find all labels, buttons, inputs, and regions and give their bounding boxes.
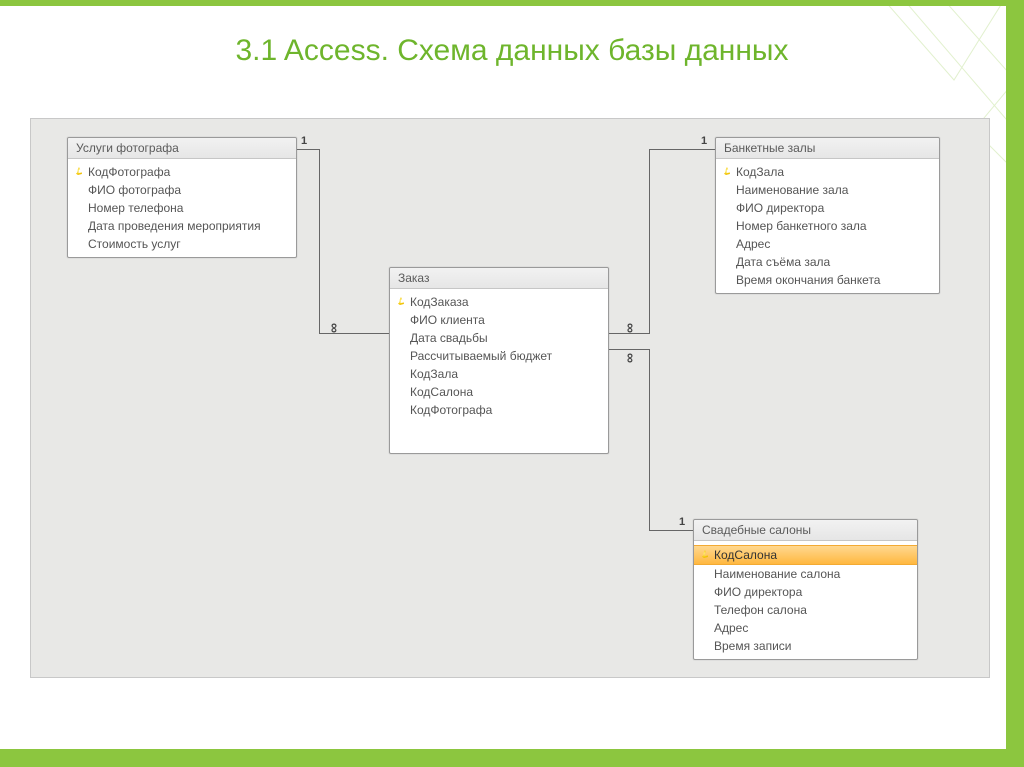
field-pk[interactable]: КодЗаказа — [390, 293, 608, 311]
field[interactable]: Номер телефона — [68, 199, 296, 217]
rel-line — [649, 530, 693, 531]
field[interactable]: Дата проведения мероприятия — [68, 217, 296, 235]
field[interactable]: ФИО клиента — [390, 311, 608, 329]
rel-line — [319, 333, 389, 334]
field-pk[interactable]: КодЗала — [716, 163, 939, 181]
table-banquet-halls[interactable]: Банкетные залы КодЗалаНаименование залаФ… — [715, 137, 940, 294]
page-title: 3.1 Access. Схема данных базы данных — [0, 34, 1024, 68]
rel-line — [319, 149, 320, 333]
rel-line — [609, 349, 649, 350]
table-title: Свадебные салоны — [694, 520, 917, 541]
field[interactable]: КодФотографа — [390, 401, 608, 419]
table-title: Услуги фотографа — [68, 138, 296, 159]
field[interactable]: Адрес — [716, 235, 939, 253]
field[interactable]: Рассчитываемый бюджет — [390, 347, 608, 365]
rel-cardinality-many: ∞ — [621, 323, 637, 333]
rel-line — [649, 149, 650, 334]
field[interactable]: Телефон салона — [694, 601, 917, 619]
table-wedding-salons[interactable]: Свадебные салоны КодСалонаНаименование с… — [693, 519, 918, 660]
field-list: КодЗалаНаименование залаФИО директораНом… — [716, 159, 939, 293]
field[interactable]: Время окончания банкета — [716, 271, 939, 289]
rel-cardinality-one: 1 — [701, 135, 707, 147]
rel-line — [649, 149, 715, 150]
rel-cardinality-many: ∞ — [325, 323, 341, 333]
field[interactable]: ФИО директора — [694, 583, 917, 601]
field[interactable]: Стоимость услуг — [68, 235, 296, 253]
table-order[interactable]: Заказ КодЗаказаФИО клиентаДата свадьбыРа… — [389, 267, 609, 454]
field-pk[interactable]: КодСалона — [694, 545, 917, 565]
rel-line — [609, 333, 649, 334]
field-list: КодЗаказаФИО клиентаДата свадьбыРассчиты… — [390, 289, 608, 423]
rel-cardinality-many: ∞ — [621, 353, 637, 363]
field[interactable]: КодЗала — [390, 365, 608, 383]
rel-cardinality-one: 1 — [301, 135, 307, 147]
table-title: Банкетные залы — [716, 138, 939, 159]
field[interactable]: Время записи — [694, 637, 917, 655]
field[interactable]: Дата свадьбы — [390, 329, 608, 347]
field[interactable]: КодСалона — [390, 383, 608, 401]
field[interactable]: Адрес — [694, 619, 917, 637]
table-photographer-services[interactable]: Услуги фотографа КодФотографаФИО фотогра… — [67, 137, 297, 258]
field[interactable]: ФИО директора — [716, 199, 939, 217]
field-pk[interactable]: КодФотографа — [68, 163, 296, 181]
rel-line — [297, 149, 319, 150]
field[interactable]: Дата съёма зала — [716, 253, 939, 271]
field[interactable]: Наименование зала — [716, 181, 939, 199]
field[interactable]: Номер банкетного зала — [716, 217, 939, 235]
rel-cardinality-one: 1 — [679, 516, 685, 528]
field-list: КодФотографаФИО фотографаНомер телефонаД… — [68, 159, 296, 257]
rel-line — [649, 349, 650, 530]
field-list: КодСалонаНаименование салонаФИО директор… — [694, 541, 917, 659]
relationships-canvas: Услуги фотографа КодФотографаФИО фотогра… — [30, 118, 990, 678]
field[interactable]: ФИО фотографа — [68, 181, 296, 199]
table-title: Заказ — [390, 268, 608, 289]
field[interactable]: Наименование салона — [694, 565, 917, 583]
